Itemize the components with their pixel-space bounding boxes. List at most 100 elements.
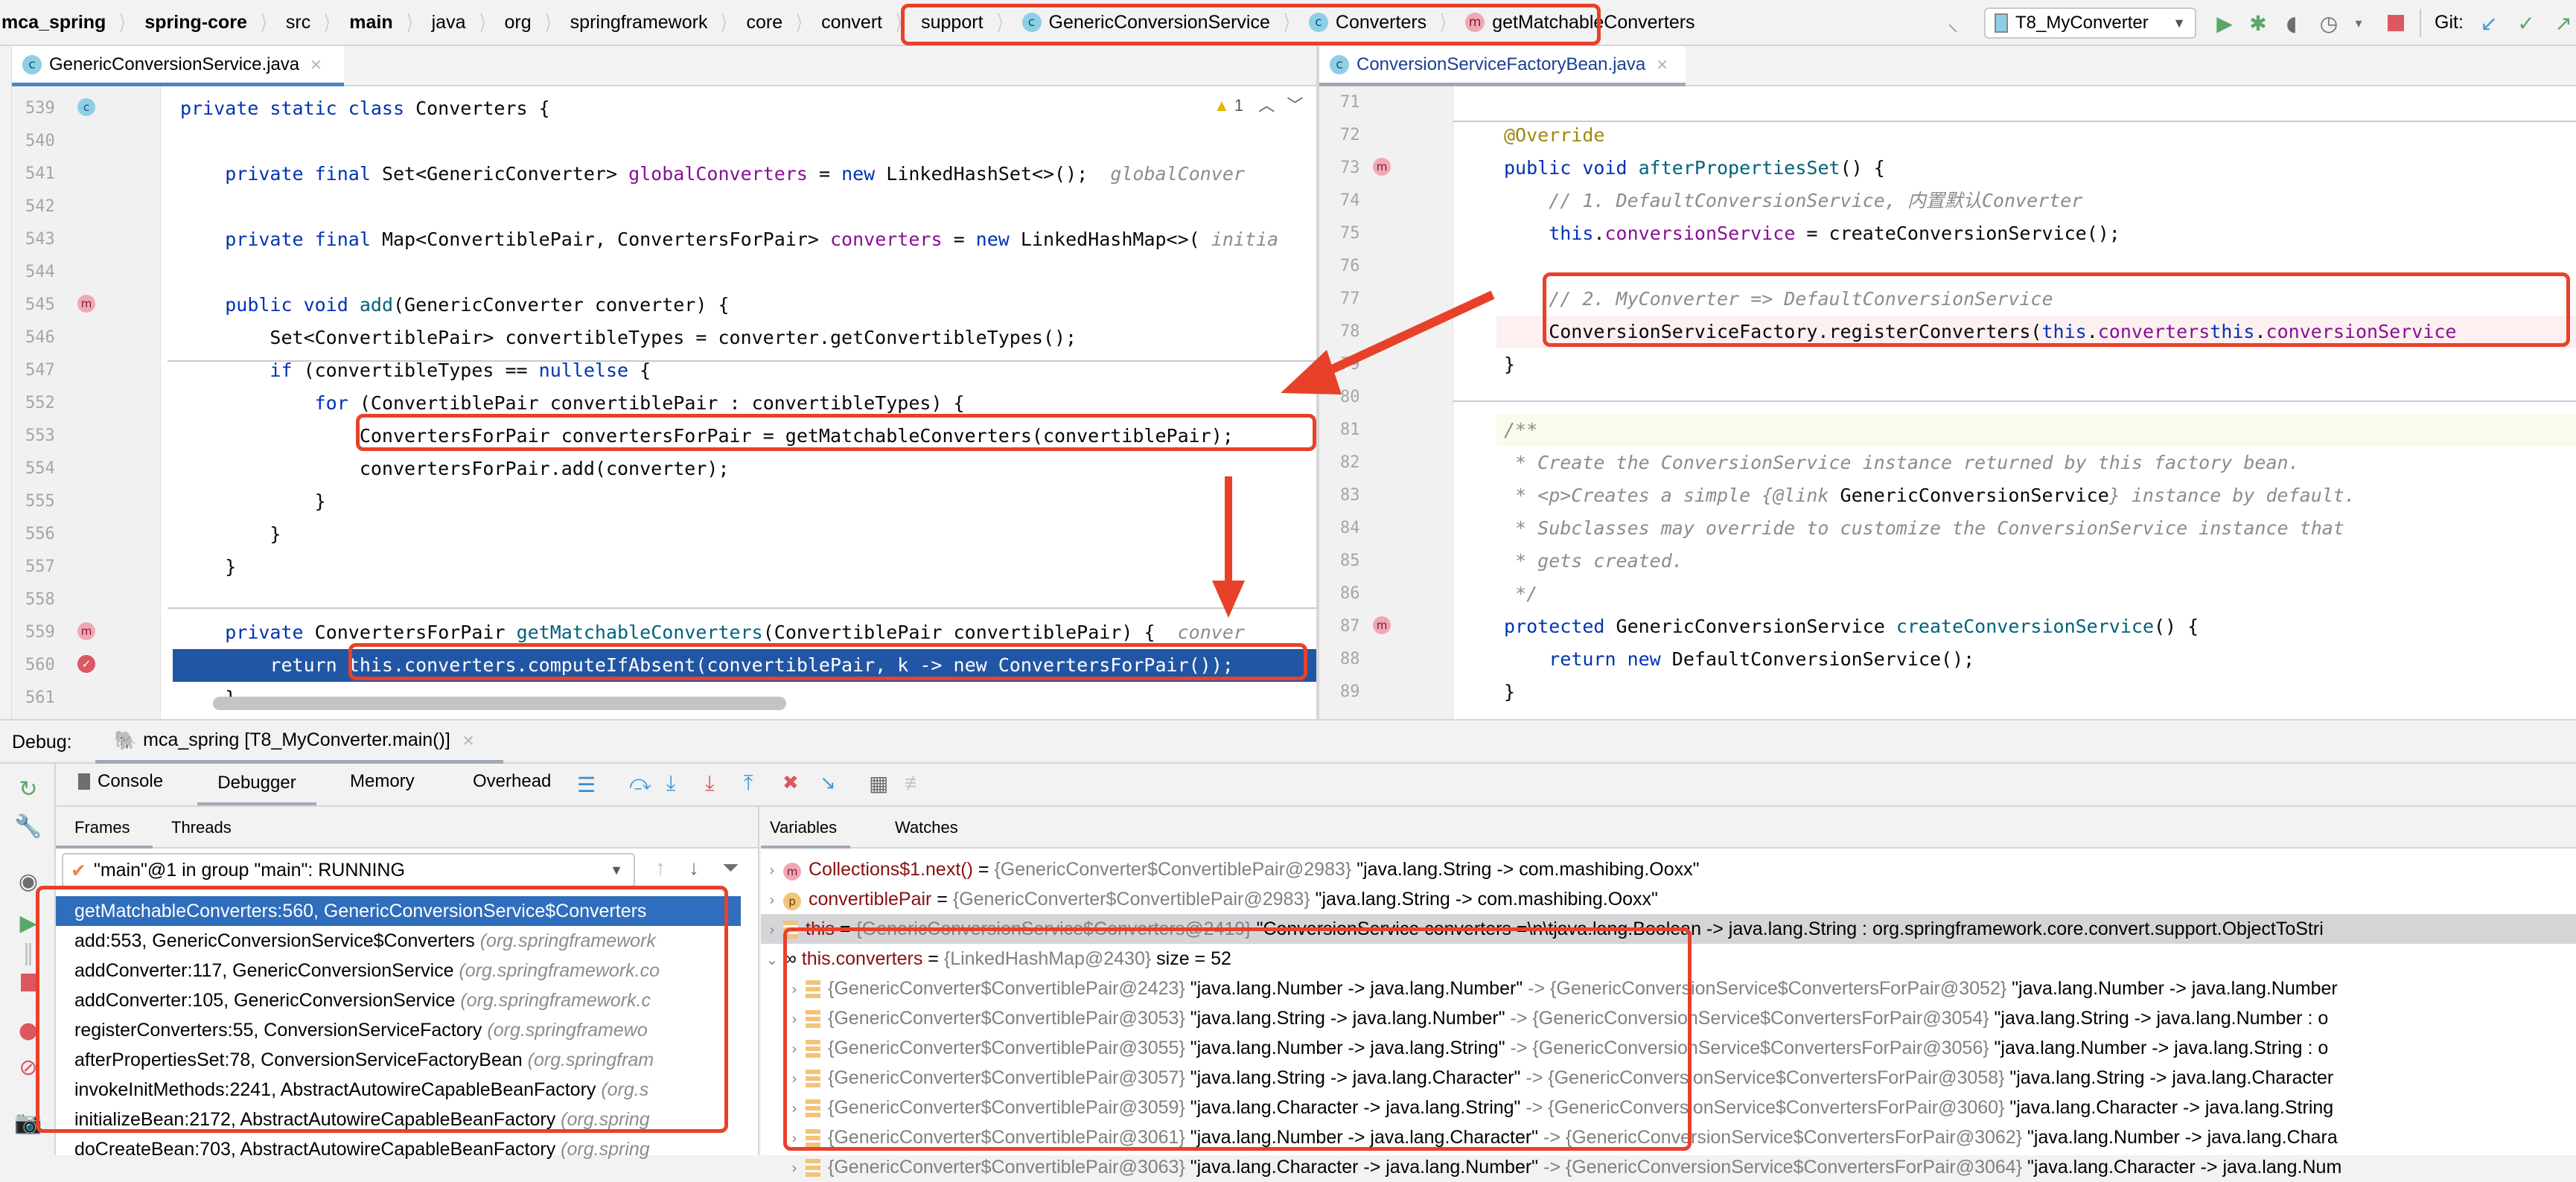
view-breakpoints-icon[interactable]: ◉: [15, 868, 42, 895]
variable-row[interactable]: › m Collections$1.next() = {GenericConvert…: [761, 854, 2576, 884]
entry-arrow: ->: [1520, 1097, 1549, 1118]
step-over-icon[interactable]: ⤓: [666, 771, 675, 796]
variable-size: size = 52: [1151, 948, 1231, 969]
collapse-chevron-icon[interactable]: ⌄: [761, 945, 783, 974]
expand-chevron-icon[interactable]: ›: [783, 1004, 806, 1033]
entry-key-ref: {GenericConverter$ConvertiblePair@2423}: [828, 978, 1185, 999]
frame-method: doCreateBean:703, AbstractAutowireCapabl…: [74, 1139, 556, 1160]
map-entry-row[interactable]: › {GenericConverter$ConvertiblePair@2423}…: [761, 974, 2576, 1003]
equals-sign: =: [834, 919, 856, 939]
variable-row[interactable]: › this = {GenericConversionService$Conver…: [761, 914, 2576, 944]
arrow-up-icon[interactable]: ↑: [655, 856, 666, 880]
expand-chevron-icon[interactable]: ›: [761, 915, 783, 944]
step-into-icon[interactable]: ⤓: [705, 771, 714, 796]
expand-chevron-icon[interactable]: ›: [761, 885, 783, 914]
entry-key-ref: {GenericConverter$ConvertiblePair@3059}: [828, 1097, 1185, 1118]
mute-breakpoints-icon[interactable]: ⊘: [15, 1054, 42, 1081]
variable-ref: {GenericConverter$ConvertiblePair@2983}: [994, 859, 1352, 880]
stack-frame-row[interactable]: getMatchableConverters:560, GenericConve…: [56, 896, 741, 926]
tab-variables[interactable]: Variables: [761, 807, 850, 849]
entry-value-ref: {GenericConversionService$ConvertersForP…: [1532, 1038, 1989, 1058]
tab-memory[interactable]: Memory: [350, 771, 415, 792]
entry-arrow: ->: [1523, 978, 1551, 999]
map-entry-row[interactable]: › {GenericConverter$ConvertiblePair@3057}…: [761, 1063, 2576, 1093]
expand-chevron-icon[interactable]: ›: [761, 855, 783, 884]
debug-session-tab[interactable]: 🐘 mca_spring [T8_MyConverter.main()] ✕: [95, 721, 503, 764]
stack-frame-row[interactable]: afterPropertiesSet:78, ConversionService…: [74, 1045, 759, 1075]
stack-frame-row[interactable]: add:553, GenericConversionService$Conver…: [74, 926, 759, 956]
frame-package: (org.spring: [555, 1139, 650, 1160]
tab-label: Overhead: [473, 771, 552, 791]
step-out-icon[interactable]: ⤒: [744, 771, 753, 796]
debug-session-label: mca_spring [T8_MyConverter.main()]: [143, 729, 450, 750]
parameter-icon: p: [783, 892, 801, 910]
entry-value-string: "java.lang.Character -> java.lang.Num: [2022, 1157, 2342, 1178]
expand-chevron-icon[interactable]: ›: [783, 1123, 806, 1152]
frames-panel: Frames Threads ✔ "main"@1 in group "main…: [36, 807, 759, 1160]
layout-menu-icon[interactable]: ☰: [577, 773, 596, 797]
tab-label: Watches: [895, 818, 958, 837]
resume-icon[interactable]: ▶: [15, 910, 42, 936]
stop-icon[interactable]: [15, 969, 42, 996]
entry-key-string: "java.lang.Character -> java.lang.Number…: [1185, 1157, 1539, 1178]
run-to-cursor-icon[interactable]: ↘: [820, 771, 836, 794]
tab-label: Variables: [770, 818, 838, 837]
expand-chevron-icon[interactable]: ›: [783, 1034, 806, 1063]
console-icon: [78, 773, 90, 790]
evaluate-expression-icon[interactable]: ▦: [869, 771, 888, 796]
debug-left-rail: ↻ 🔧 ◉ ▶ ‖ ● ⊘ 📷: [0, 764, 56, 1155]
equals-sign: =: [922, 948, 944, 969]
stack-frame-row[interactable]: doCreateBean:703, AbstractAutowireCapabl…: [74, 1134, 759, 1164]
equals-sign: =: [931, 889, 953, 910]
entry-arrow: ->: [1505, 1038, 1533, 1058]
variable-value: "java.lang.String -> com.mashibing.Ooxx": [1351, 859, 1700, 880]
stack-frame-row[interactable]: addConverter:117, GenericConversionServi…: [74, 956, 759, 985]
entry-value-ref: {GenericConversionService$ConvertersForP…: [1550, 978, 2007, 999]
debug-label: Debug:: [12, 732, 72, 753]
stack-frame-row[interactable]: registerConverters:55, ConversionService…: [74, 1015, 759, 1045]
frame-method: initializeBean:2172, AbstractAutowireCap…: [74, 1109, 556, 1130]
frame-package: (org.springframework.co: [453, 960, 660, 981]
map-entry-row[interactable]: › {GenericConverter$ConvertiblePair@3055}…: [761, 1033, 2576, 1063]
entry-value-ref: {GenericConversionService$ConvertersForP…: [1548, 1097, 2005, 1118]
expand-chevron-icon[interactable]: ›: [783, 1093, 806, 1122]
breakpoints-icon[interactable]: ●: [15, 1017, 42, 1044]
variable-value: "ConversionService converters =\n\tjava.…: [1251, 919, 2324, 939]
thread-select[interactable]: ✔ "main"@1 in group "main": RUNNING ▼: [62, 853, 635, 887]
variable-row[interactable]: › p convertiblePair = {GenericConverter$Co…: [761, 884, 2576, 914]
stack-frame-row[interactable]: addConverter:105, GenericConversionServi…: [74, 985, 759, 1015]
tab-frames[interactable]: Frames: [56, 807, 153, 849]
tab-threads[interactable]: Threads: [171, 807, 232, 849]
map-entry-row[interactable]: › {GenericConverter$ConvertiblePair@3059}…: [761, 1093, 2576, 1122]
rerun-icon[interactable]: ↻: [15, 776, 42, 802]
entry-key-string: "java.lang.Number -> java.lang.Character…: [1185, 1127, 1539, 1148]
trace-icon: ≢: [905, 771, 925, 794]
arrow-down-icon[interactable]: ↓: [689, 856, 699, 880]
field-icon: [806, 1010, 820, 1029]
map-entry-row[interactable]: › {GenericConverter$ConvertiblePair@3063}…: [761, 1152, 2576, 1182]
pause-icon[interactable]: ‖: [15, 939, 42, 966]
variables-panel: Variables Watches › m Collections$1.next()…: [761, 807, 2576, 1178]
expand-chevron-icon[interactable]: ›: [783, 1153, 806, 1182]
stack-frame-row[interactable]: invokeInitMethods:2241, AbstractAutowire…: [74, 1075, 759, 1105]
method-return-icon: m: [783, 863, 801, 881]
tab-overhead[interactable]: Overhead: [473, 771, 551, 792]
expand-chevron-icon[interactable]: ›: [783, 1064, 806, 1093]
debug-tool-window-header: Debug: 🐘 mca_spring [T8_MyConverter.main…: [0, 719, 2576, 764]
wrench-settings-icon[interactable]: 🔧: [14, 813, 42, 840]
stack-frame-row[interactable]: initializeBean:2172, AbstractAutowireCap…: [74, 1105, 759, 1134]
map-entry-row[interactable]: › {GenericConverter$ConvertiblePair@3061}…: [761, 1122, 2576, 1152]
variable-row-expanded[interactable]: ⌄ ∞ this.converters = {LinkedHashMap@2430…: [761, 944, 2576, 974]
camera-icon[interactable]: 📷: [14, 1109, 42, 1136]
field-icon: [806, 1070, 820, 1088]
tab-console[interactable]: Console: [78, 771, 163, 792]
map-entry-row[interactable]: › {GenericConverter$ConvertiblePair@3053}…: [761, 1003, 2576, 1033]
tab-watches[interactable]: Watches: [895, 807, 958, 849]
expand-chevron-icon[interactable]: ›: [783, 974, 806, 1003]
filter-icon[interactable]: ⏷: [722, 856, 739, 881]
drop-frame-icon[interactable]: ✖: [782, 771, 799, 794]
close-icon[interactable]: ✕: [462, 732, 475, 750]
tab-debugger[interactable]: Debugger: [197, 764, 316, 805]
show-execution-point-icon[interactable]: ⤼: [629, 771, 651, 796]
frame-method: getMatchableConverters:560, GenericConve…: [74, 901, 647, 921]
